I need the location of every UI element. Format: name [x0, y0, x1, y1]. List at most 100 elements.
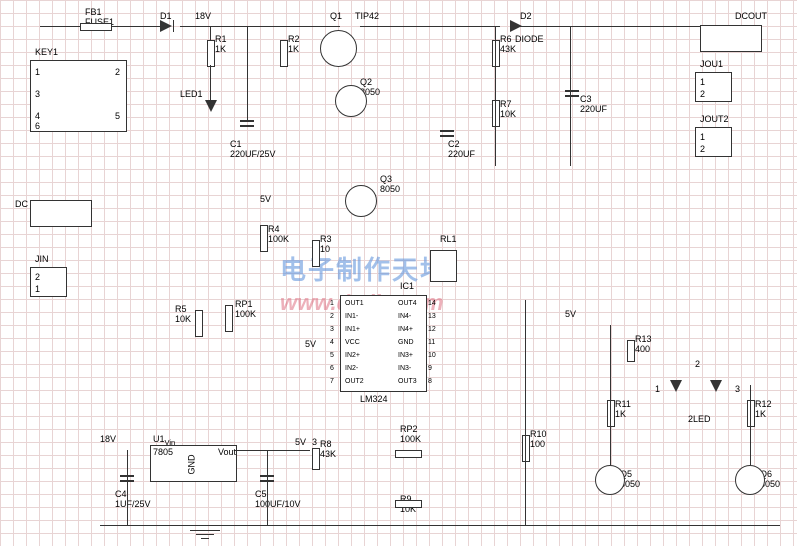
ic-num: 2	[330, 313, 334, 320]
label-rp2v: 100K	[400, 435, 421, 444]
q1-symbol	[320, 30, 357, 67]
ic-pin: OUT2	[345, 378, 364, 385]
ic-pin: IN1-	[345, 313, 358, 320]
label-q3: Q3	[380, 175, 392, 184]
label-key1: KEY1	[35, 48, 58, 57]
label-led1: LED1	[180, 90, 203, 99]
label-c3: C3	[580, 95, 592, 104]
dcout-box	[700, 25, 762, 52]
key1-pin3: 3	[35, 90, 40, 99]
jout2-pin1: 1	[700, 133, 705, 142]
ic-pin: IN2+	[345, 352, 360, 359]
wire-ground	[100, 525, 780, 526]
r6-symbol	[492, 40, 500, 67]
ic-num: 9	[428, 365, 432, 372]
r10-symbol	[522, 435, 530, 462]
label-c1v: 220UF/25V	[230, 150, 276, 159]
key1-pin1: 1	[35, 68, 40, 77]
label-r8v: 43K	[320, 450, 336, 459]
cap-plate	[240, 125, 254, 127]
cap-plate	[440, 135, 454, 137]
cap-plate	[565, 95, 579, 97]
2led-pin3: 3	[735, 385, 740, 394]
label-r1v: 1K	[215, 45, 226, 54]
label-r7v: 10K	[500, 110, 516, 119]
label-r13: R13	[635, 335, 652, 344]
key1-pin5: 5	[115, 112, 120, 121]
ic-pin: IN3-	[398, 365, 411, 372]
2led-pin1: 1	[655, 385, 660, 394]
watermark-text: 电子制作天地	[280, 250, 448, 287]
label-18v-top: 18V	[195, 12, 211, 21]
cap-plate	[565, 90, 579, 92]
label-u1: U1Vin	[153, 435, 175, 446]
ic-num: 10	[428, 352, 436, 359]
wire	[280, 26, 340, 27]
schematic-canvas: 电子制作天地 www.dzdiy.com FB1 FUSE1 D1 18V KE…	[0, 0, 797, 546]
label-r10v: 100	[530, 440, 545, 449]
label-r1: R1	[215, 35, 227, 44]
label-rp1: RP1	[235, 300, 253, 309]
label-7805: 7805	[153, 448, 173, 457]
wire	[360, 26, 500, 27]
label-r8-node3: 3	[312, 438, 317, 447]
gnd-symbol	[196, 534, 214, 535]
jin-pin2: 2	[35, 273, 40, 282]
wire	[247, 26, 248, 121]
ic-num: 4	[330, 339, 334, 346]
ic-num: 12	[428, 326, 436, 333]
wire	[127, 450, 128, 525]
label-18v-bottom: 18V	[100, 435, 116, 444]
label-jin: JIN	[35, 255, 49, 264]
diode-bar	[173, 20, 174, 32]
label-r12: R12	[755, 400, 772, 409]
r2-symbol	[280, 40, 288, 67]
label-dc: DC	[15, 200, 28, 209]
q3-symbol	[345, 185, 377, 217]
rp2-symbol	[395, 450, 422, 458]
wire	[495, 26, 496, 166]
label-r2: R2	[288, 35, 300, 44]
wire	[210, 26, 211, 40]
ic-pin: IN3+	[398, 352, 413, 359]
dc-box	[30, 200, 92, 227]
wire	[180, 26, 280, 27]
ic-pin: OUT1	[345, 300, 364, 307]
ic-pin: IN4-	[398, 313, 411, 320]
r8-symbol	[312, 448, 320, 470]
q6-symbol	[735, 465, 765, 495]
ic-pin: VCC	[345, 339, 360, 346]
ic-num: 14	[428, 300, 436, 307]
label-r13v: 400	[635, 345, 650, 354]
wire	[525, 300, 526, 525]
key1-pin4: 4	[35, 112, 40, 121]
label-lm324: LM324	[360, 395, 388, 404]
label-jout2: JOUT2	[700, 115, 729, 124]
ic-pin: OUT3	[398, 378, 417, 385]
label-r6: R6	[500, 35, 512, 44]
label-vout: Vout	[218, 448, 236, 457]
label-rp1v: 100K	[235, 310, 256, 319]
cap-plate	[440, 130, 454, 132]
label-c4: C4	[115, 490, 127, 499]
r7-symbol	[492, 100, 500, 127]
key1-box	[30, 60, 127, 132]
label-5v-r: 5V	[565, 310, 576, 319]
rp1-symbol	[225, 305, 233, 332]
2led-pin2: 2	[695, 360, 700, 369]
ic-num: 11	[428, 339, 435, 346]
label-r11: R11	[615, 400, 631, 409]
label-5v-ic: 5V	[305, 340, 316, 349]
led1-symbol	[205, 100, 217, 112]
ic-num: 1	[330, 300, 334, 307]
label-r11v: 1K	[615, 410, 626, 419]
ic-num: 3	[330, 326, 334, 333]
label-ic1: IC1	[400, 282, 414, 291]
label-c3v: 220UF	[580, 105, 607, 114]
label-jou1: JOU1	[700, 60, 723, 69]
label-c2v: 220UF	[448, 150, 475, 159]
label-r6v: 43K	[500, 45, 516, 54]
label-c4v: 1UF/25V	[115, 500, 151, 509]
ic-num: 6	[330, 365, 334, 372]
ic-num: 8	[428, 378, 432, 385]
